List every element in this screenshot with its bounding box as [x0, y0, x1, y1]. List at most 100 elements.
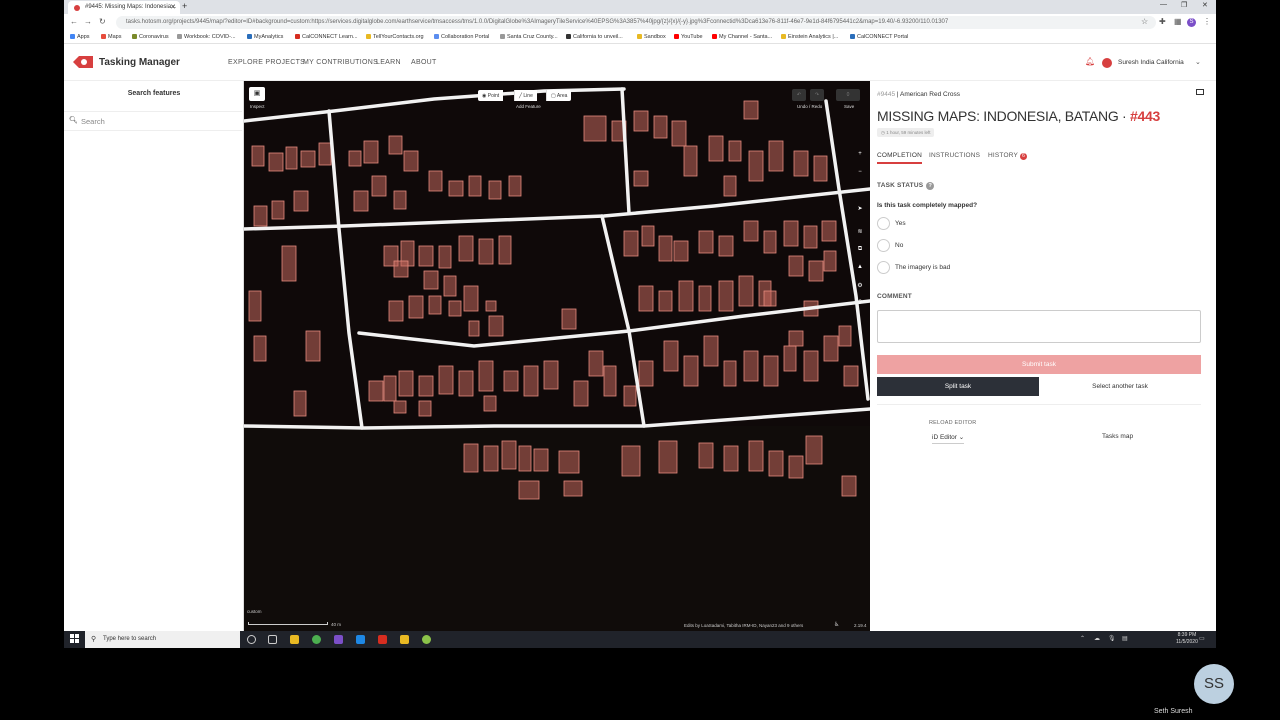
network-icon[interactable]: ▤ — [1122, 635, 1128, 642]
microphone-icon[interactable]: 🎙︎ — [1108, 635, 1116, 642]
tab-instructions[interactable]: INSTRUCTIONS — [929, 152, 980, 159]
accessibility-icon[interactable]: ♿︎ — [834, 621, 839, 628]
select-another-task-button[interactable]: Select another task — [1039, 377, 1201, 396]
bookmark-item[interactable]: My Channel - Santa... — [712, 34, 772, 40]
undo-icon[interactable]: ↶ — [792, 89, 806, 101]
radio-no-label[interactable]: No — [895, 242, 903, 249]
bookmark-item[interactable]: Collaboration Portal — [434, 34, 489, 40]
redo-icon[interactable]: ↷ — [810, 89, 824, 101]
submit-task-button[interactable]: Submit task — [877, 355, 1201, 374]
tasking-manager-logo-icon[interactable] — [72, 55, 94, 69]
map-data-icon[interactable]: ⧉ — [855, 246, 865, 253]
expand-panel-icon[interactable] — [1196, 89, 1204, 95]
taskbar-clock[interactable]: 8:39 PM 11/5/2020 — [1176, 632, 1198, 646]
split-task-button[interactable]: Split task — [877, 377, 1039, 396]
map-canvas[interactable]: ▣ Inspect ◉ Point ╱ Line ▢ Area Add Feat… — [244, 81, 870, 631]
browser-menu-icon[interactable]: ⋮ — [1203, 17, 1211, 26]
edits-credit[interactable]: Edits by LoaSadami, Tabitha IRM-ID, Naya… — [684, 623, 803, 628]
radio-no[interactable] — [877, 239, 890, 252]
new-tab-icon[interactable]: + — [182, 1, 187, 11]
feature-search-input[interactable]: 🔍︎ Search — [64, 111, 242, 131]
nav-about[interactable]: ABOUT — [411, 59, 437, 66]
question-mark-icon[interactable]: ? — [926, 182, 935, 190]
editor-select[interactable]: iD Editor ⌄ — [932, 433, 965, 444]
chevron-down-icon[interactable]: ⌄ — [1195, 58, 1201, 66]
browser-tab[interactable]: #9445: Missing Maps: Indonesia... ✕ — [68, 1, 180, 14]
help-book-icon[interactable]: ? — [855, 300, 865, 306]
file-explorer-icon[interactable] — [290, 635, 299, 644]
save-button[interactable]: 0 — [836, 89, 860, 101]
bookmark-item[interactable]: CalCONNECT Learn... — [295, 34, 358, 40]
tab-history[interactable]: HISTORY 6 — [988, 152, 1028, 160]
bookmark-item[interactable]: Maps — [101, 34, 121, 40]
bookmark-item[interactable]: Workbook: COVID-... — [177, 34, 236, 40]
bookmark-item[interactable]: TellYourContacts.org — [366, 34, 424, 40]
taskbar-search-input[interactable]: ⚲ Type here to search — [85, 631, 240, 648]
forward-icon[interactable]: → — [84, 17, 92, 26]
user-name[interactable]: Suresh India California — [1118, 59, 1184, 66]
acrobat-icon[interactable] — [378, 635, 387, 644]
back-icon[interactable]: ← — [70, 17, 78, 26]
notifications-bell-icon[interactable]: 🔔︎ — [1085, 57, 1095, 66]
bookmark-item[interactable]: YouTube — [674, 34, 703, 40]
add-area-button[interactable]: ▢ Area — [546, 90, 572, 101]
bookmark-item[interactable]: California to unveil... — [566, 34, 623, 40]
bookmark-item[interactable]: CalCONNECT Portal — [850, 34, 908, 40]
add-point-button[interactable]: ◉ Point — [478, 90, 504, 101]
radio-bad-imagery-label[interactable]: The imagery is bad — [895, 264, 950, 271]
url-field[interactable]: tasks.hotosm.org/projects/9445/map/?edit… — [116, 16, 1156, 29]
minimize-icon[interactable]: — — [1160, 1, 1167, 8]
bookmark-item[interactable]: Sandbox — [637, 34, 666, 40]
search-icon: 🔍︎ — [69, 117, 78, 124]
teams-icon[interactable] — [334, 635, 343, 644]
bookmark-star-icon[interactable]: ☆ — [1141, 17, 1148, 26]
user-avatar[interactable] — [1102, 58, 1112, 68]
comment-textarea[interactable] — [877, 310, 1201, 343]
zoom-in-icon[interactable]: + — [855, 151, 865, 157]
tab-completion[interactable]: COMPLETION — [877, 152, 922, 164]
address-bar: ← → ↻ tasks.hotosm.org/projects/9445/map… — [64, 14, 1216, 31]
zoom-out-icon[interactable]: − — [855, 169, 865, 175]
bookmark-item[interactable]: Coronavirus — [132, 34, 169, 40]
project-id[interactable]: #9445 — [877, 91, 895, 98]
save-label: Save — [844, 104, 855, 109]
issues-warning-icon[interactable]: ▲ — [855, 264, 865, 270]
inspect-panel-icon[interactable]: ▣ — [249, 87, 265, 101]
bookmark-item[interactable]: Einstein Analytics |... — [781, 34, 838, 40]
nav-explore-projects[interactable]: EXPLORE PROJECTS — [228, 59, 305, 66]
menu-grid-icon[interactable]: ▦ — [1174, 17, 1182, 26]
app-icon[interactable] — [422, 635, 431, 644]
radio-bad-imagery[interactable] — [877, 261, 890, 274]
search-icon: ⚲ — [91, 636, 97, 643]
bookmark-item[interactable]: Apps — [70, 34, 90, 40]
preferences-icon[interactable]: ⚙ — [855, 282, 865, 289]
bookmark-item[interactable]: MyAnalytics — [247, 34, 283, 40]
brand-name[interactable]: Tasking Manager — [99, 57, 180, 68]
outlook-icon[interactable] — [356, 635, 365, 644]
tasks-map-button[interactable]: Tasks map — [1102, 433, 1133, 440]
bookmark-item[interactable]: Santa Cruz County... — [500, 34, 558, 40]
extensions-icon[interactable]: ✚ — [1159, 17, 1166, 26]
app-icon[interactable] — [400, 635, 409, 644]
nav-my-contributions[interactable]: MY CONTRIBUTIONS — [303, 59, 378, 66]
cortana-icon[interactable] — [247, 635, 256, 644]
radio-yes[interactable] — [877, 217, 890, 230]
tab-close-icon[interactable]: ✕ — [170, 3, 176, 11]
notifications-icon[interactable]: ▭ — [1199, 635, 1205, 642]
onedrive-icon[interactable]: ☁ — [1094, 635, 1100, 642]
chrome-icon[interactable] — [312, 635, 321, 644]
windows-start-icon[interactable] — [70, 634, 79, 643]
radio-yes-label[interactable]: Yes — [895, 220, 906, 227]
background-layers-icon[interactable]: ≋ — [855, 228, 865, 235]
task-view-icon[interactable] — [268, 635, 277, 644]
show-hidden-icons-icon[interactable]: ⌃ — [1080, 635, 1085, 642]
profile-avatar[interactable]: S — [1187, 18, 1196, 27]
geolocate-icon[interactable]: ➤ — [855, 205, 865, 212]
nav-learn[interactable]: LEARN — [376, 59, 401, 66]
reload-editor-label: RELOAD EDITOR — [929, 420, 977, 426]
reload-icon[interactable]: ↻ — [99, 17, 106, 26]
maximize-icon[interactable]: ❐ — [1181, 1, 1187, 9]
add-line-button[interactable]: ╱ Line — [514, 90, 537, 101]
browser-tab-strip: #9445: Missing Maps: Indonesia... ✕ + — … — [64, 0, 1216, 14]
window-close-icon[interactable]: ✕ — [1202, 1, 1208, 9]
